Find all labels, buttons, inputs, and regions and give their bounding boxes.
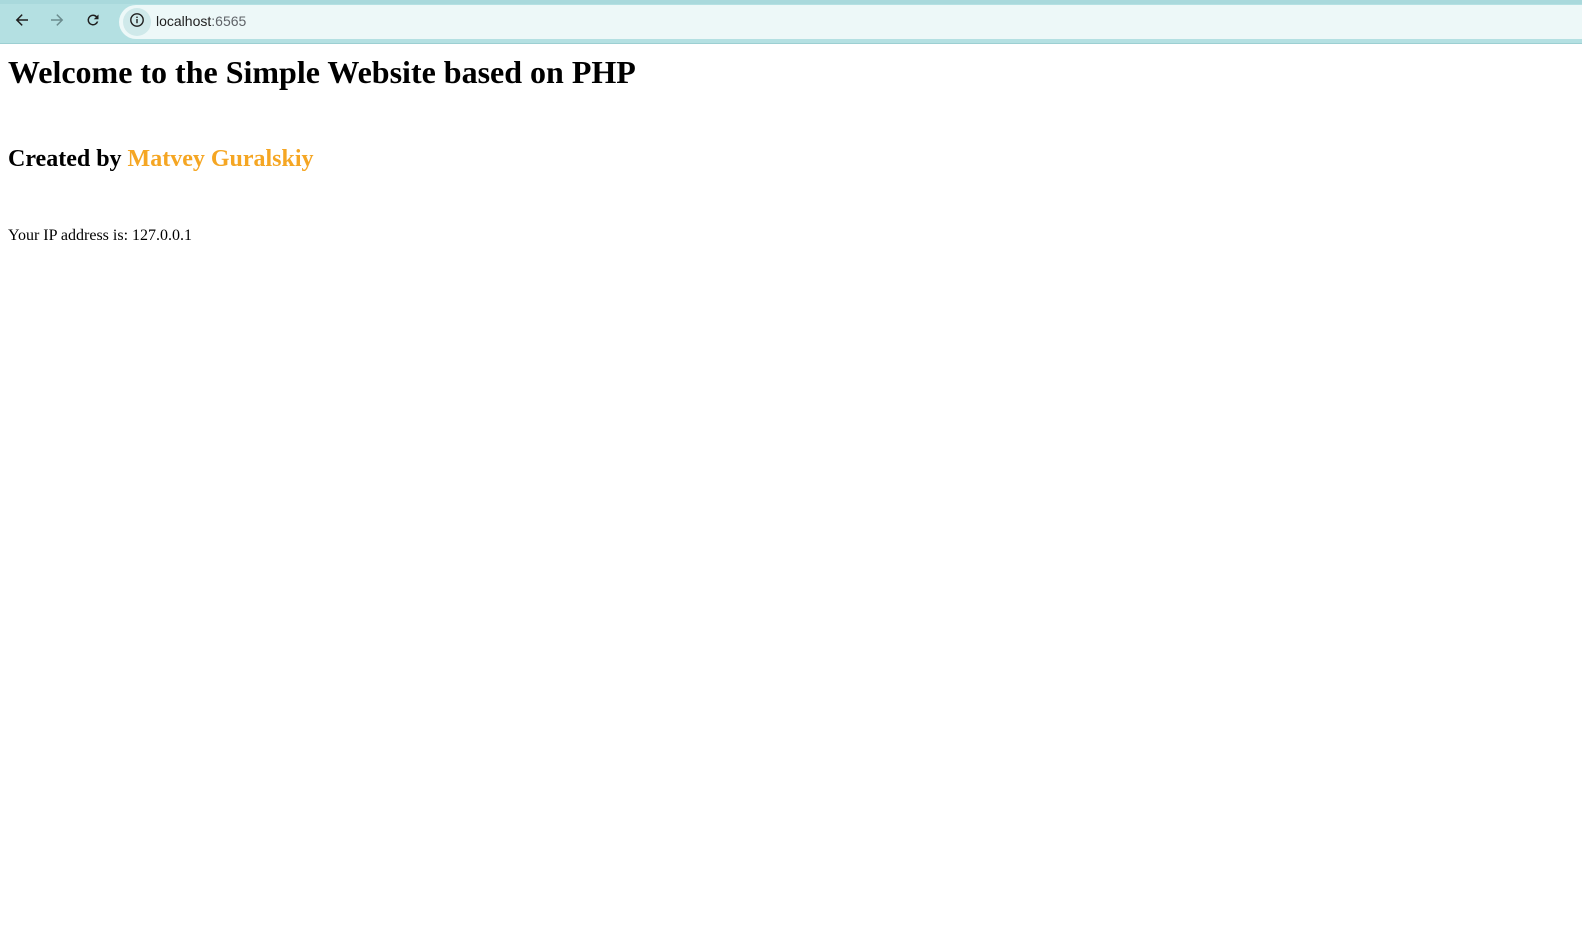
ip-label: Your IP address is: — [8, 227, 133, 244]
url-port: :6565 — [211, 13, 247, 29]
back-button[interactable] — [8, 8, 36, 36]
ip-address-text: Your IP address is: 127.0.0.1 — [8, 227, 192, 245]
arrow-right-icon — [49, 12, 65, 33]
ip-value: 127.0.0.1 — [132, 227, 193, 244]
created-by-heading: Created by Matvey Guralskiy — [8, 146, 314, 173]
forward-button[interactable] — [43, 8, 71, 36]
arrow-left-icon — [14, 12, 30, 33]
url-text[interactable]: localhost:6565 — [156, 13, 246, 29]
reload-icon — [85, 12, 101, 33]
info-icon — [129, 12, 145, 33]
author-name: Matvey Guralskiy — [127, 146, 314, 172]
site-info-button[interactable] — [123, 8, 151, 36]
address-bar[interactable]: localhost:6565 — [119, 5, 1582, 39]
created-by-label: Created by — [8, 146, 128, 172]
reload-button[interactable] — [79, 8, 107, 36]
page-title: Welcome to the Simple Website based on P… — [8, 54, 636, 90]
browser-toolbar: localhost:6565 — [0, 0, 1582, 44]
url-host: localhost — [156, 13, 212, 29]
